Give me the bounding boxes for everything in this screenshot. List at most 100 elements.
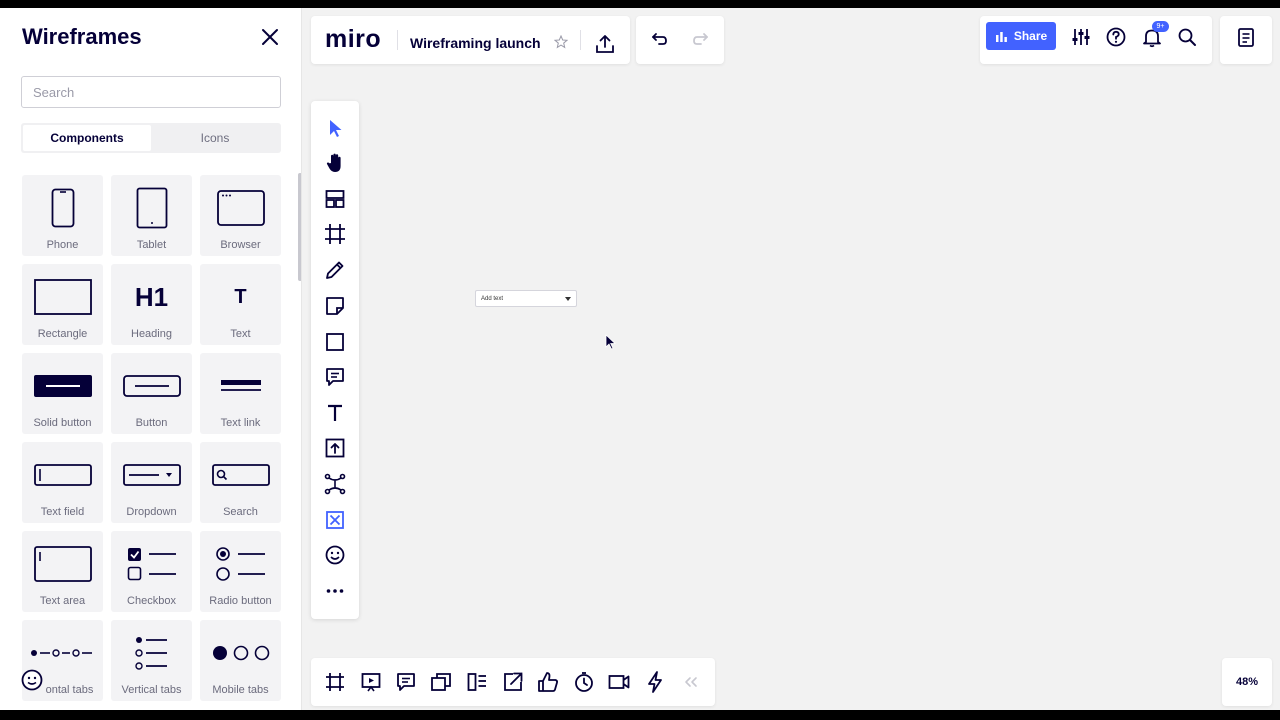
component-text-area[interactable]: Text area bbox=[22, 531, 103, 612]
component-button[interactable]: Button bbox=[111, 353, 192, 434]
component-dropdown[interactable]: Dropdown bbox=[111, 442, 192, 523]
component-browser[interactable]: Browser bbox=[200, 175, 281, 256]
select-icon[interactable] bbox=[323, 116, 347, 140]
timer-icon[interactable] bbox=[572, 670, 596, 694]
horizontal-tabs-icon bbox=[30, 649, 92, 657]
component-text-link[interactable]: Text link bbox=[200, 353, 281, 434]
component-label: Phone bbox=[46, 239, 79, 251]
frame-icon[interactable] bbox=[323, 222, 347, 246]
dropdown-icon bbox=[122, 464, 181, 486]
kanban-icon[interactable] bbox=[465, 670, 489, 694]
component-label: Checkbox bbox=[127, 595, 176, 607]
share-chart-icon bbox=[995, 31, 1007, 42]
component-label: Search bbox=[223, 506, 258, 518]
browser-icon bbox=[216, 190, 265, 226]
component-label: Radio button bbox=[209, 595, 272, 607]
hand-icon[interactable] bbox=[323, 151, 347, 175]
text-link-icon bbox=[220, 380, 261, 391]
tab-components[interactable]: Components bbox=[23, 125, 151, 151]
notes-control bbox=[1220, 16, 1272, 64]
undo-icon[interactable] bbox=[647, 29, 669, 51]
component-label: Solid button bbox=[33, 417, 92, 429]
component-label: Heading bbox=[131, 328, 172, 340]
settings-sliders-icon[interactable] bbox=[1070, 26, 1092, 48]
panel-title: Wireframes bbox=[22, 24, 142, 49]
wireframe-icon[interactable] bbox=[323, 508, 347, 532]
notes-icon[interactable] bbox=[1235, 26, 1257, 48]
frames-icon[interactable] bbox=[323, 670, 347, 694]
comments-icon[interactable] bbox=[394, 670, 418, 694]
component-heading[interactable]: H1 Heading bbox=[111, 264, 192, 345]
share-link-icon[interactable] bbox=[501, 670, 525, 694]
chevron-down-icon bbox=[565, 296, 571, 301]
board-name[interactable]: Wireframing launch bbox=[410, 35, 541, 51]
text-icon[interactable] bbox=[323, 401, 347, 425]
component-label: Text bbox=[230, 328, 251, 340]
history-controls bbox=[636, 16, 724, 64]
close-icon[interactable] bbox=[258, 25, 282, 49]
add-text-dropdown[interactable]: Add text bbox=[475, 290, 577, 307]
shape-icon[interactable] bbox=[323, 330, 347, 354]
component-label: Tablet bbox=[136, 239, 167, 251]
templates-icon[interactable] bbox=[323, 187, 347, 211]
component-text-field[interactable]: Text field bbox=[22, 442, 103, 523]
component-label: Mobile tabs bbox=[212, 684, 269, 696]
component-label: Vertical tabs bbox=[121, 684, 182, 696]
cards-icon[interactable] bbox=[429, 670, 453, 694]
share-button[interactable]: Share bbox=[986, 22, 1056, 50]
rectangle-icon bbox=[33, 279, 92, 315]
panel-tabs: Components Icons bbox=[21, 123, 281, 153]
upload-icon[interactable] bbox=[323, 436, 347, 460]
panel-scrollbar[interactable] bbox=[298, 173, 301, 281]
star-icon[interactable] bbox=[554, 35, 568, 49]
component-phone[interactable]: Phone bbox=[22, 175, 103, 256]
search-icon[interactable] bbox=[1176, 26, 1198, 48]
header-divider bbox=[580, 30, 581, 50]
video-icon[interactable] bbox=[607, 670, 631, 694]
pen-icon[interactable] bbox=[323, 258, 347, 282]
board-header: miro Wireframing launch bbox=[311, 16, 630, 64]
vote-icon[interactable] bbox=[536, 670, 560, 694]
export-icon[interactable] bbox=[594, 33, 616, 55]
redo-icon[interactable] bbox=[691, 29, 713, 51]
tab-icons[interactable]: Icons bbox=[151, 125, 279, 151]
heading-icon: H1 bbox=[134, 281, 169, 312]
collapse-icon[interactable] bbox=[679, 670, 703, 694]
more-icon[interactable] bbox=[323, 579, 347, 603]
component-vertical-tabs[interactable]: Vertical tabs bbox=[111, 620, 192, 701]
vertical-tabs-icon bbox=[134, 637, 167, 670]
component-rectangle[interactable]: Rectangle bbox=[22, 264, 103, 345]
wireframes-panel: Wireframes Components Icons Phone Tablet… bbox=[0, 8, 302, 710]
sticky-note-icon[interactable] bbox=[323, 294, 347, 318]
component-label: Text area bbox=[39, 595, 86, 607]
comment-icon[interactable] bbox=[323, 365, 347, 389]
component-label: Text field bbox=[40, 506, 85, 518]
component-search[interactable]: Search bbox=[200, 442, 281, 523]
component-mobile-tabs[interactable]: Mobile tabs bbox=[200, 620, 281, 701]
component-text[interactable]: T Text bbox=[200, 264, 281, 345]
mind-map-icon[interactable] bbox=[323, 472, 347, 496]
lightning-icon[interactable] bbox=[643, 670, 667, 694]
help-icon[interactable] bbox=[1105, 26, 1127, 48]
component-label: Browser bbox=[220, 239, 261, 251]
notification-badge: 9+ bbox=[1152, 21, 1169, 32]
miro-logo[interactable]: miro bbox=[325, 25, 381, 54]
button-icon bbox=[122, 375, 181, 397]
solid-button-icon bbox=[33, 375, 92, 397]
mobile-tabs-icon bbox=[212, 645, 269, 661]
emoji-icon[interactable] bbox=[323, 543, 347, 567]
zoom-level[interactable]: 48% bbox=[1222, 658, 1272, 706]
component-radio-button[interactable]: Radio button bbox=[200, 531, 281, 612]
component-solid-button[interactable]: Solid button bbox=[22, 353, 103, 434]
chat-icon[interactable] bbox=[20, 668, 44, 692]
dropdown-text: Add text bbox=[481, 295, 504, 302]
search-field-icon bbox=[211, 464, 270, 486]
component-label: Button bbox=[135, 417, 168, 429]
creation-toolbar bbox=[311, 101, 359, 619]
component-tablet[interactable]: Tablet bbox=[111, 175, 192, 256]
search-input[interactable] bbox=[21, 76, 281, 108]
component-checkbox[interactable]: Checkbox bbox=[111, 531, 192, 612]
header-divider bbox=[397, 30, 398, 50]
presentation-icon[interactable] bbox=[359, 670, 383, 694]
app-window: Wireframes Components Icons Phone Tablet… bbox=[0, 8, 1280, 710]
